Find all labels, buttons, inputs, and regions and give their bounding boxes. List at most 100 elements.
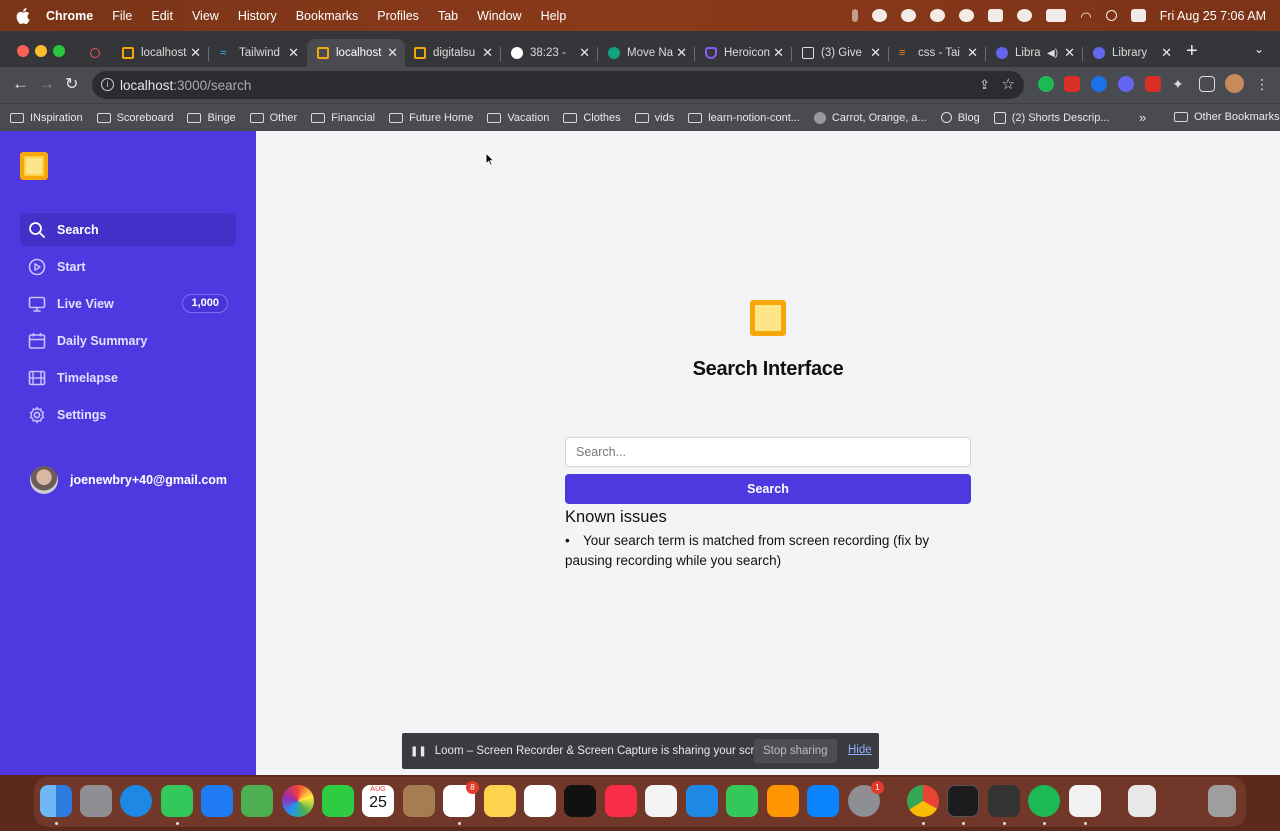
menu-edit[interactable]: Edit [151,9,173,23]
menu-help[interactable]: Help [541,9,567,23]
app-store-icon[interactable] [807,785,839,817]
launchpad-icon[interactable] [80,785,112,817]
messages-icon[interactable] [161,785,193,817]
mail-icon[interactable] [201,785,233,817]
reload-button[interactable]: ↻ [65,74,78,94]
extension-gear-icon[interactable] [1118,76,1134,92]
spotlight-search-icon[interactable] [1105,10,1117,21]
sidebar-item-live-view[interactable]: Live View 1,000 [20,287,236,320]
screen-record-icon[interactable] [872,9,888,22]
network-icon[interactable] [988,9,1004,22]
menu-tab[interactable]: Tab [438,9,458,23]
music-icon[interactable] [605,785,637,817]
user-icon[interactable] [959,9,975,22]
tab-google[interactable]: 38:23 - ✕ [501,39,597,67]
sidebar-item-search[interactable]: Search [20,213,236,246]
close-tab-icon[interactable]: ✕ [482,45,493,61]
finder-icon[interactable] [40,785,72,817]
bookmark-star-icon[interactable]: ☆ [1002,75,1015,93]
stop-sharing-button[interactable]: Stop sharing [754,739,837,763]
user-profile[interactable]: joenewbry+40@gmail.com [30,466,227,494]
record-extension-icon[interactable] [1145,76,1161,92]
search-input[interactable] [565,437,971,467]
close-tab-icon[interactable]: ✕ [676,45,687,61]
textedit-icon[interactable] [1069,785,1101,817]
minimize-window-button[interactable] [35,45,47,57]
apple-logo-icon[interactable] [16,7,30,24]
app-logo[interactable] [20,152,48,180]
bookmark-folder[interactable]: Vacation [487,112,549,124]
wifi-icon[interactable]: ◠ [1080,9,1091,24]
chrome-icon[interactable] [907,785,939,817]
sidebar-item-settings[interactable]: Settings [20,398,236,431]
sidebar-item-start[interactable]: Start [20,250,236,283]
microphone-icon[interactable] [852,9,859,22]
menubar-datetime[interactable]: Fri Aug 25 7:06 AM [1160,9,1266,23]
bookmarks-overflow-button[interactable]: » [1139,110,1146,125]
tab-stackoverflow[interactable]: ≡ css - Tai ✕ [889,39,985,67]
control-center-icon[interactable] [1130,9,1146,22]
tab-localhost-active[interactable]: localhost ✕ [307,39,405,67]
more-menu-icon[interactable]: ⋮ [1255,76,1271,92]
pause-icon[interactable]: ❚❚ [410,746,427,757]
menu-app-name[interactable]: Chrome [46,9,93,23]
terminal-icon[interactable] [947,785,979,817]
close-tab-icon[interactable]: ✕ [870,45,881,61]
tab-tailwind[interactable]: ≈ Tailwind ✕ [210,39,306,67]
onepassword-icon[interactable] [930,9,946,22]
close-window-button[interactable] [17,45,29,57]
zoom-window-button[interactable] [53,45,65,57]
calendar-app-icon[interactable]: AUG 25 [362,785,394,817]
menu-bookmarks[interactable]: Bookmarks [296,9,359,23]
pages-icon[interactable] [767,785,799,817]
battery-icon[interactable] [1046,9,1067,22]
keynote-icon[interactable] [686,785,718,817]
bookmark-folder[interactable]: Future Home [389,112,473,124]
news-icon[interactable] [645,785,677,817]
system-settings-icon[interactable]: 1 [848,781,884,817]
menu-view[interactable]: View [192,9,219,23]
sidebar-item-timelapse[interactable]: Timelapse [20,361,236,394]
bookmark-folder[interactable]: Financial [311,112,375,124]
new-tab-button[interactable]: + [1186,40,1198,63]
hide-link[interactable]: Hide [848,744,872,756]
tab-localhost-1[interactable]: localhost ✕ [112,39,208,67]
other-bookmarks-folder[interactable]: Other Bookmarks [1174,111,1280,123]
maps-icon[interactable] [241,785,273,817]
sidebar-item-daily-summary[interactable]: Daily Summary [20,324,236,357]
side-panel-icon[interactable] [1199,76,1215,92]
onepassword-extension-icon[interactable] [1091,76,1107,92]
grammarly-extension-icon[interactable] [1038,76,1054,92]
close-tab-icon[interactable]: ✕ [579,45,590,61]
close-tab-icon[interactable]: ✕ [1161,45,1172,61]
close-tab-icon[interactable]: ✕ [967,45,978,61]
facetime-icon[interactable] [322,785,354,817]
menu-file[interactable]: File [112,9,132,23]
freeform-icon[interactable] [524,785,556,817]
close-tab-icon[interactable]: ✕ [1064,45,1075,61]
tab-heroicons[interactable]: Heroicon ✕ [695,39,791,67]
sublime-text-icon[interactable] [988,785,1020,817]
tab-library-audio[interactable]: Libra ◀) ✕ [986,39,1082,67]
notes-icon[interactable] [484,785,516,817]
bookmark-link[interactable]: Carrot, Orange, a... [813,111,927,124]
numbers-icon[interactable] [726,785,758,817]
forward-button[interactable]: → [38,74,55,94]
address-bar[interactable]: i localhost:3000/search ⇪ ☆ [92,71,1024,99]
tab-library[interactable]: Library ✕ [1083,39,1179,67]
bookmark-link[interactable]: (2) Shorts Descrip... [993,111,1110,124]
share-icon[interactable]: ⇪ [979,77,990,93]
tab-notion[interactable]: (3) Give ✕ [792,39,888,67]
bookmark-folder[interactable]: Binge [187,112,236,124]
menu-profiles[interactable]: Profiles [377,9,419,23]
speaker-icon[interactable]: ◀) [1047,48,1058,59]
close-tab-icon[interactable]: ✕ [190,45,201,61]
tab-chatgpt[interactable]: Move Na ✕ [598,39,694,67]
contacts-icon[interactable] [403,785,435,817]
loom-icon[interactable] [901,9,917,22]
menu-window[interactable]: Window [477,9,521,23]
profile-avatar[interactable] [1225,74,1244,93]
bookmark-folder[interactable]: vids [634,112,674,124]
apple-tv-icon[interactable] [564,785,596,817]
bookmark-folder[interactable]: INspiration [10,112,83,124]
